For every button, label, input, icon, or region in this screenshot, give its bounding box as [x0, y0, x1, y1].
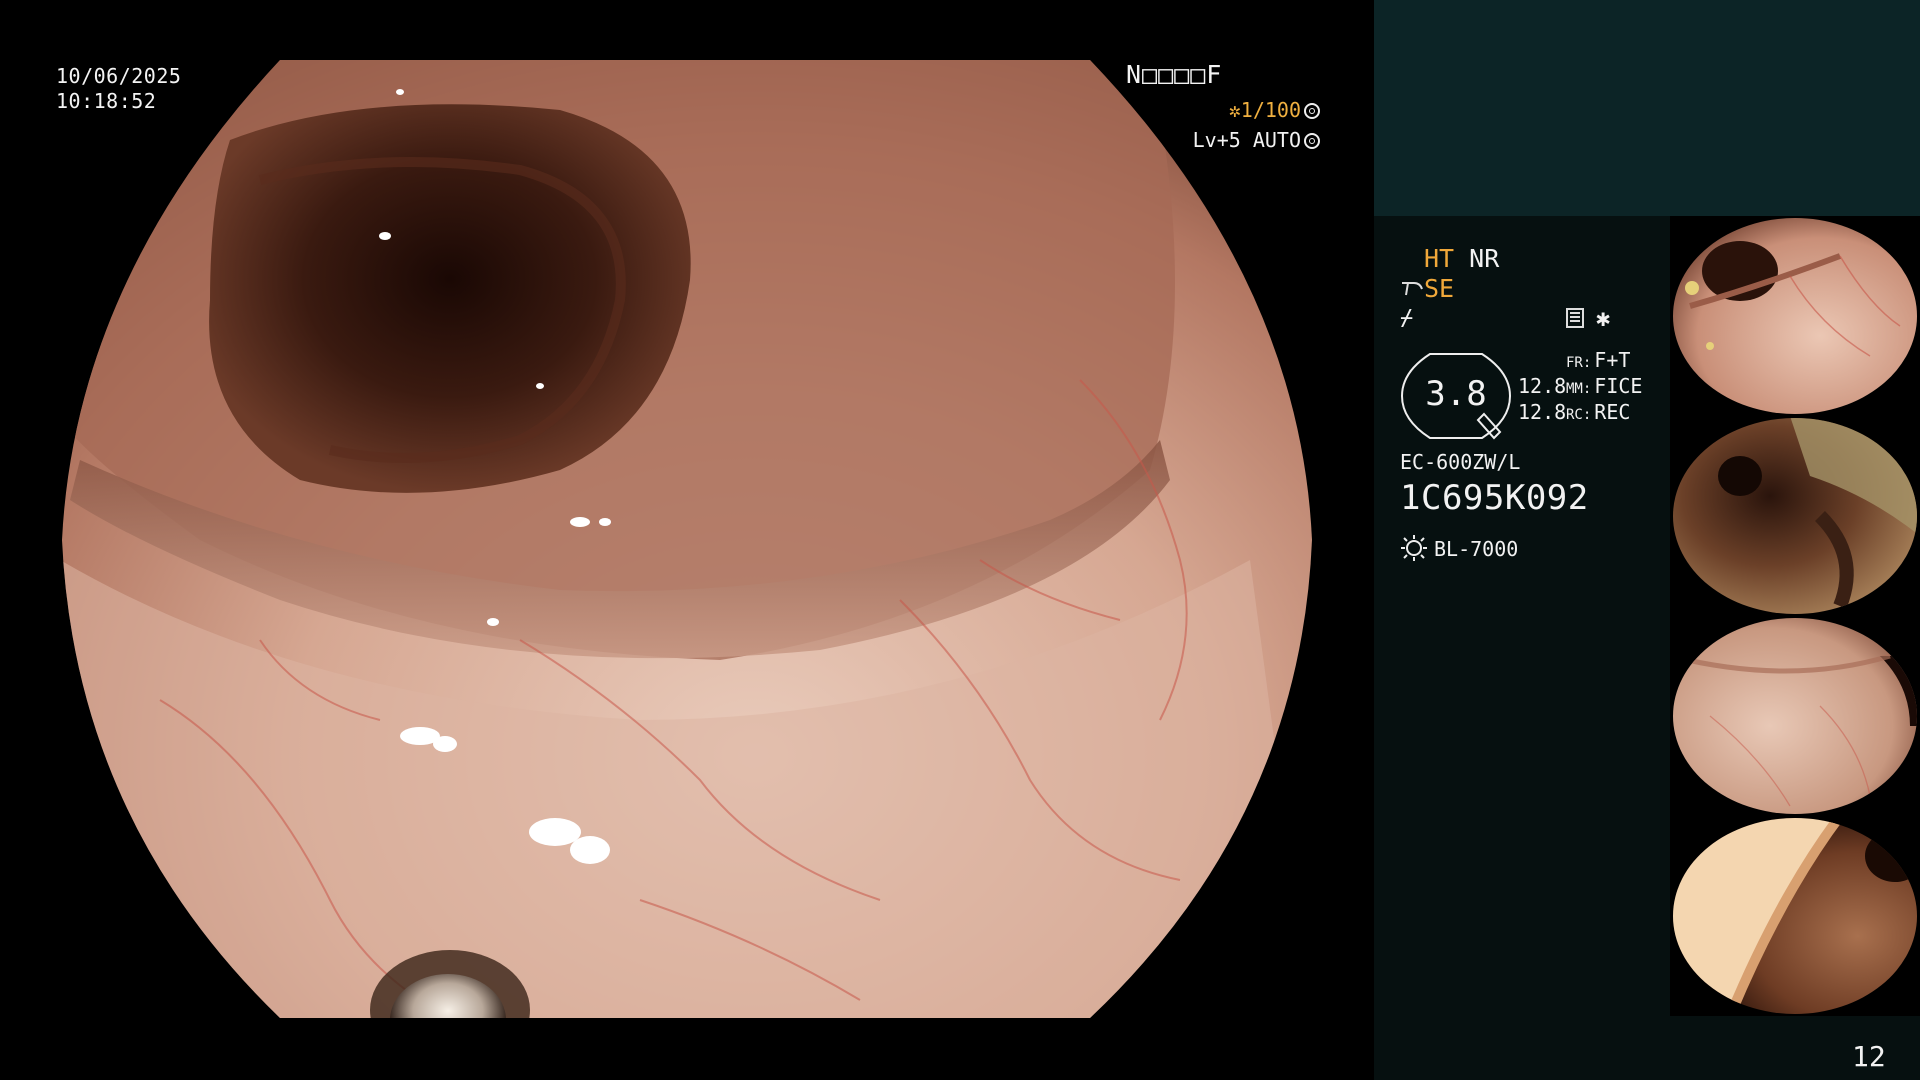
endoscopy-screen: 10/06/2025 10:18:52 N□□□□F ✲1/100 Lv+5 A…: [0, 0, 1920, 1080]
mm-label: MM:: [1566, 381, 1592, 397]
image-mode: MM: FICE: [1566, 374, 1642, 398]
auto-iris-icon: [1304, 133, 1320, 149]
scope-model: EC-600ZW/L: [1400, 450, 1521, 474]
mm-value: FICE: [1594, 374, 1643, 398]
gain-value-1: 12.8: [1518, 374, 1567, 398]
captured-image-count: 12: [1852, 1040, 1886, 1073]
shutter-icon: [1304, 103, 1320, 119]
iris-value: 3.8: [1425, 374, 1487, 414]
thumbnail-2[interactable]: [1670, 416, 1920, 616]
thumbnail-4[interactable]: [1670, 816, 1920, 1016]
record-mode: RC: REC: [1566, 400, 1630, 424]
light-source-text: BL-7000: [1434, 537, 1519, 561]
freeze-mode: FR: F+T: [1566, 348, 1630, 372]
brightness-level: Lv+5 AUTO: [1080, 128, 1320, 153]
level-text: Lv+5 AUTO: [1192, 128, 1301, 152]
date-text: 10/06/2025: [56, 64, 182, 88]
ht-label: HT: [1424, 244, 1455, 273]
enhance-symbol: ⌿: [1400, 306, 1414, 331]
time-text: 10:18:52: [56, 89, 157, 113]
star-icon: ✱: [1596, 304, 1611, 332]
se-label: SE: [1424, 274, 1455, 303]
scope-serial: 1C695K092: [1400, 478, 1589, 518]
structure-enhance-indicator: SE: [1400, 274, 1454, 303]
menu-list-icon: [1566, 308, 1584, 328]
side-panel-top: [1374, 0, 1920, 216]
shutter-text: ✲1/100: [1228, 98, 1301, 122]
light-source: BL-7000: [1400, 534, 1518, 562]
fr-label: FR:: [1566, 355, 1592, 371]
thumbnail-1[interactable]: [1670, 216, 1920, 416]
datetime-display: 10/06/2025 10:18:52: [56, 64, 181, 114]
rc-value: REC: [1594, 400, 1631, 424]
endoscope-image: [62, 60, 1312, 1018]
shutter-speed: ✲1/100: [1080, 98, 1320, 123]
light-source-icon: [1401, 535, 1427, 561]
ht-nr-indicator: HT NR: [1424, 244, 1499, 273]
nr-label: NR: [1469, 244, 1500, 273]
gain-value-2: 12.8: [1518, 400, 1567, 424]
patient-id: N□□□□F: [1126, 60, 1223, 89]
scope-tip-icon: [1402, 282, 1423, 296]
main-endoscope-view: 10/06/2025 10:18:52 N□□□□F ✲1/100 Lv+5 A…: [0, 0, 1372, 1080]
fr-value: F+T: [1594, 348, 1631, 372]
thumbnail-3[interactable]: [1670, 616, 1920, 816]
rc-label: RC:: [1566, 407, 1592, 423]
